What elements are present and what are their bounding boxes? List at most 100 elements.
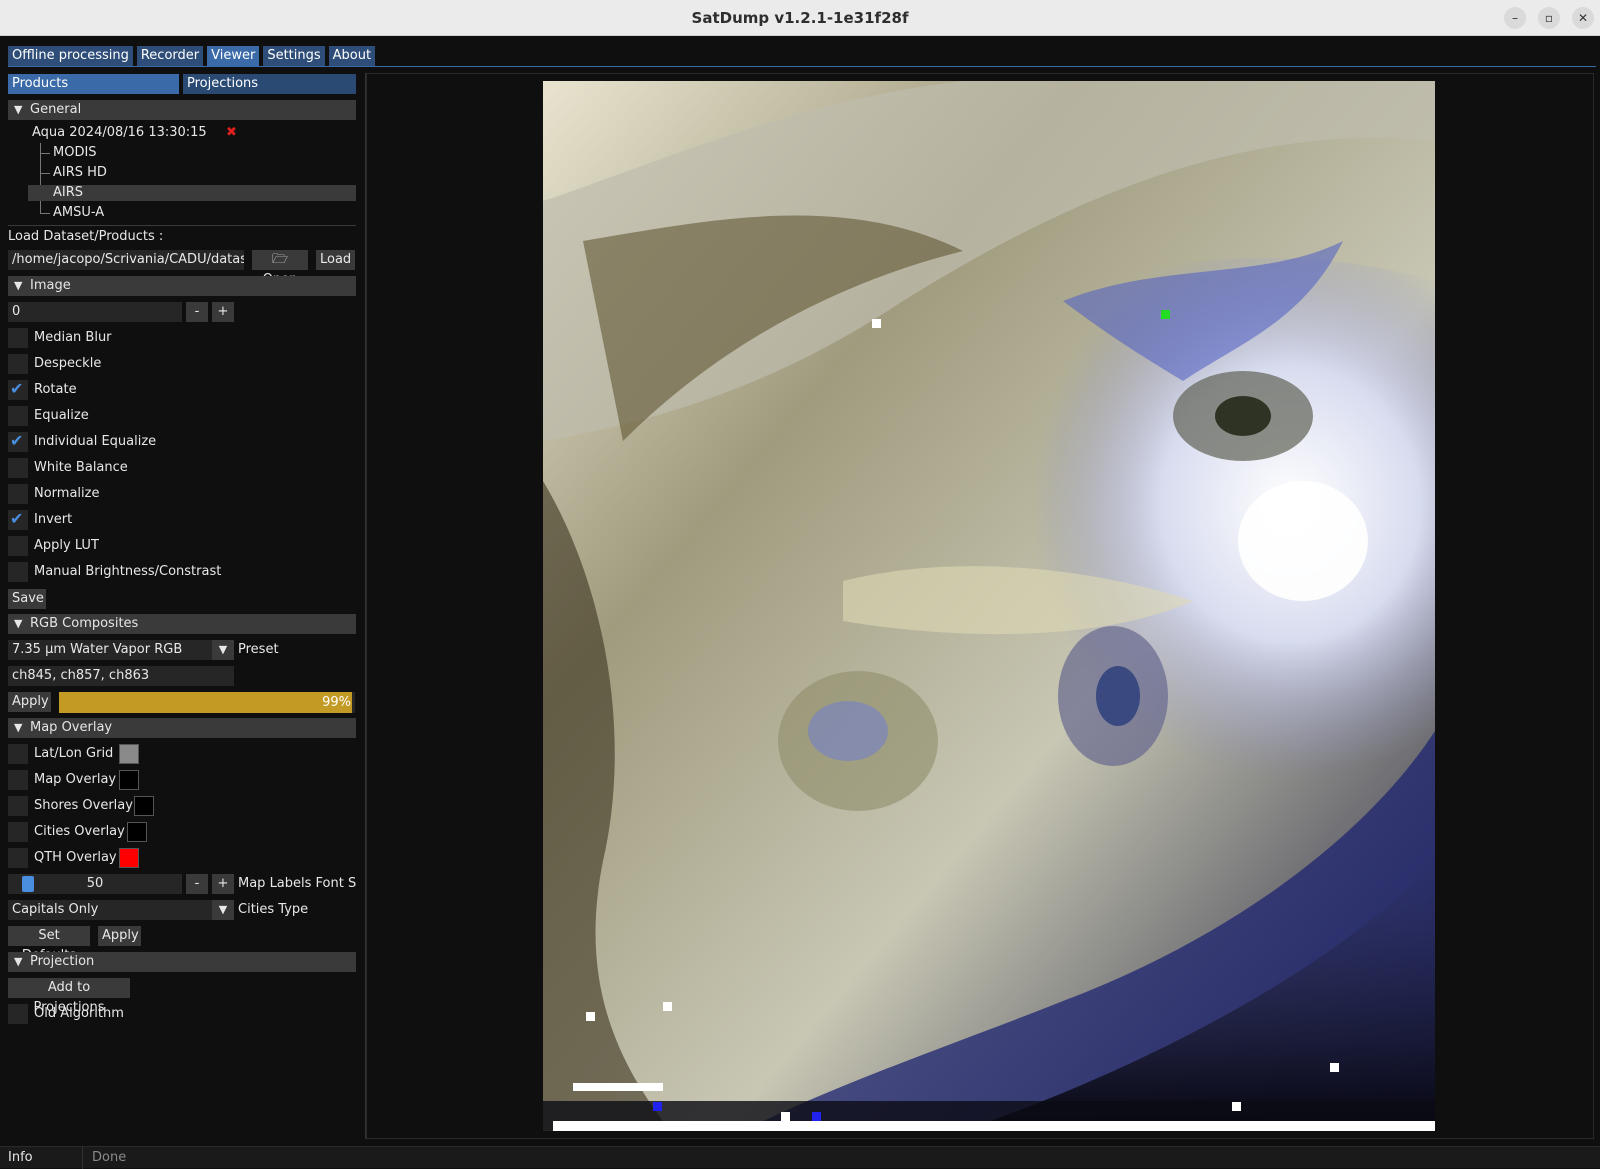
checkmark-icon: ✔ bbox=[10, 431, 24, 450]
checkbox-equalize[interactable] bbox=[8, 406, 28, 426]
window-title: SatDump v1.2.1-1e31f28f bbox=[691, 9, 909, 27]
channels-input[interactable]: ch845, ch857, ch863 bbox=[8, 666, 234, 686]
map-overlay-label: Cities Overlay bbox=[34, 824, 125, 839]
map-apply-button[interactable]: Apply bbox=[98, 926, 141, 946]
tab-settings[interactable]: Settings bbox=[263, 46, 325, 66]
general-header[interactable]: ▼ General bbox=[8, 100, 356, 120]
tab-viewer[interactable]: Viewer bbox=[207, 46, 260, 66]
checkbox-cities-overlay[interactable] bbox=[8, 822, 28, 842]
set-defaults-button[interactable]: Set Defaults bbox=[8, 926, 90, 963]
checkbox-white-balance[interactable] bbox=[8, 458, 28, 478]
font-plus-button[interactable]: + bbox=[212, 874, 234, 894]
satellite-image[interactable] bbox=[543, 81, 1435, 1131]
triangle-down-icon[interactable]: ▼ bbox=[212, 640, 234, 660]
old-algorithm-checkbox[interactable] bbox=[8, 1004, 28, 1024]
rgb-apply-button[interactable]: Apply bbox=[8, 692, 51, 712]
tab-recorder[interactable]: Recorder bbox=[136, 46, 204, 66]
image-option-label: White Balance bbox=[34, 460, 128, 475]
load-button[interactable]: Load bbox=[316, 250, 355, 270]
instrument-modis[interactable]: MODIS bbox=[53, 143, 97, 163]
checkbox-apply-lut[interactable] bbox=[8, 536, 28, 556]
image-option-label: Equalize bbox=[34, 408, 89, 423]
checkbox-lat-lon-grid[interactable] bbox=[8, 744, 28, 764]
font-minus-button[interactable]: - bbox=[186, 874, 208, 894]
map-overlay-header[interactable]: ▼ Map Overlay bbox=[8, 718, 356, 738]
close-icon[interactable]: ✕ bbox=[1572, 7, 1594, 29]
tab-offline-processing[interactable]: Offline processing bbox=[8, 46, 133, 66]
triangle-down-icon[interactable]: ▼ bbox=[212, 900, 234, 920]
maximize-icon[interactable]: ▫ bbox=[1538, 7, 1560, 29]
image-option-label: Despeckle bbox=[34, 356, 102, 371]
map-overlay-label: QTH Overlay bbox=[34, 850, 117, 865]
channel-plus-button[interactable]: + bbox=[212, 302, 234, 322]
checkbox-median-blur[interactable] bbox=[8, 328, 28, 348]
checkbox-invert[interactable]: ✔ bbox=[8, 509, 28, 530]
tree-branch bbox=[40, 153, 50, 154]
open-button[interactable]: 🗁 Open bbox=[252, 250, 308, 287]
image-option-label: Manual Brightness/Constrast bbox=[34, 564, 222, 579]
checkbox-despeckle[interactable] bbox=[8, 354, 28, 374]
image-option-label: Apply LUT bbox=[34, 538, 99, 553]
checkbox-map-overlay[interactable] bbox=[8, 770, 28, 790]
color-swatch[interactable] bbox=[119, 770, 139, 790]
instrument-airs-hd[interactable]: AIRS HD bbox=[53, 163, 107, 183]
progress-fill bbox=[59, 692, 353, 713]
channel-minus-button[interactable]: - bbox=[186, 302, 208, 322]
instrument-amsu-a[interactable]: AMSU-A bbox=[53, 203, 104, 223]
progress-text: 99% bbox=[322, 695, 351, 710]
image-option-label: Invert bbox=[34, 512, 73, 527]
checkbox-individual-equalize[interactable]: ✔ bbox=[8, 431, 28, 452]
projection-header[interactable]: ▼ Projection bbox=[8, 952, 356, 972]
channel-input[interactable]: 0 bbox=[8, 302, 182, 322]
color-swatch[interactable] bbox=[119, 848, 139, 868]
tree-branch bbox=[40, 213, 50, 214]
cities-type-label: Cities Type bbox=[238, 902, 309, 917]
checkbox-rotate[interactable]: ✔ bbox=[8, 379, 28, 400]
triangle-down-icon: ▼ bbox=[14, 721, 23, 734]
checkbox-shores-overlay[interactable] bbox=[8, 796, 28, 816]
map-overlay-label: Lat/Lon Grid bbox=[34, 746, 114, 761]
color-swatch[interactable] bbox=[119, 744, 139, 764]
tab-projections[interactable]: Projections bbox=[183, 74, 356, 94]
checkbox-normalize[interactable] bbox=[8, 484, 28, 504]
color-swatch[interactable] bbox=[134, 796, 154, 816]
main-tabs: Offline processing Recorder Viewer Settings… bbox=[8, 46, 379, 66]
load-label: Load Dataset/Products : bbox=[8, 229, 164, 244]
title-bar: SatDump v1.2.1-1e31f28f – ▫ ✕ bbox=[0, 0, 1600, 36]
old-algorithm-label: Old Algorithm bbox=[34, 1006, 124, 1021]
status-bar: Info Done bbox=[0, 1146, 1600, 1169]
cities-type-select[interactable]: Capitals Only bbox=[8, 900, 212, 920]
rgb-composites-header[interactable]: ▼ RGB Composites bbox=[8, 614, 356, 634]
add-to-projections-button[interactable]: Add to Projections bbox=[8, 978, 130, 1015]
tab-about[interactable]: About bbox=[328, 46, 376, 66]
status-text: Done bbox=[92, 1150, 127, 1165]
font-size-slider[interactable]: 50 bbox=[8, 874, 182, 894]
image-header[interactable]: ▼ Image bbox=[8, 276, 356, 296]
tab-products[interactable]: Products bbox=[8, 74, 179, 94]
image-option-label: Normalize bbox=[34, 486, 100, 501]
separator bbox=[8, 225, 356, 226]
dataset-item[interactable]: Aqua 2024/08/16 13:30:15 bbox=[32, 123, 207, 143]
rgb-progress-bar: 99% bbox=[59, 692, 355, 713]
font-size-value: 50 bbox=[86, 876, 104, 891]
folder-icon: 🗁 bbox=[271, 252, 289, 267]
tree-branch bbox=[40, 173, 50, 174]
image-option-label: Median Blur bbox=[34, 330, 112, 345]
red-x-icon[interactable]: ✖ bbox=[226, 123, 237, 143]
instrument-airs[interactable]: AIRS bbox=[53, 183, 83, 203]
triangle-down-icon: ▼ bbox=[14, 617, 23, 630]
map-overlay-label: Map Overlay bbox=[34, 772, 117, 787]
triangle-down-icon: ▼ bbox=[14, 103, 23, 116]
save-button[interactable]: Save bbox=[8, 589, 46, 609]
triangle-down-icon: ▼ bbox=[14, 279, 23, 292]
status-divider bbox=[82, 1147, 83, 1169]
preset-select[interactable]: 7.35 µm Water Vapor RGB bbox=[8, 640, 212, 660]
status-label: Info bbox=[8, 1150, 33, 1165]
font-size-label: Map Labels Font Si: bbox=[238, 876, 356, 891]
minimize-icon[interactable]: – bbox=[1504, 7, 1526, 29]
checkbox-manual-brightness-constrast[interactable] bbox=[8, 562, 28, 582]
image-option-label: Individual Equalize bbox=[34, 434, 157, 449]
checkbox-qth-overlay[interactable] bbox=[8, 848, 28, 868]
color-swatch[interactable] bbox=[127, 822, 147, 842]
dataset-path-input[interactable]: /home/jacopo/Scrivania/CADU/datase bbox=[8, 250, 244, 270]
